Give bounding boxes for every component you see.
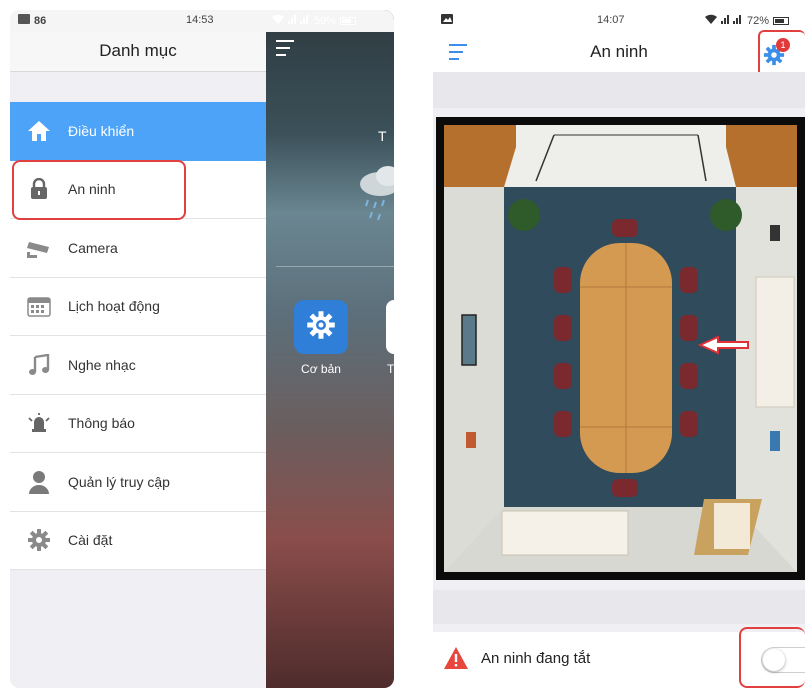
footer-spacer (433, 590, 805, 624)
music-note-icon (10, 353, 68, 376)
battery-percent: 59% (314, 14, 337, 27)
menu-item-label: Thông báo (68, 415, 135, 432)
menu-item-label: Nghe nhạc (68, 356, 136, 373)
warning-icon (443, 646, 469, 675)
battery-percent: 72% (747, 14, 770, 27)
status-time: 14:07 (597, 14, 625, 26)
user-icon (10, 470, 68, 494)
next-tile[interactable] (386, 300, 394, 354)
room-floor-plan[interactable] (436, 117, 805, 580)
menu-item-dieu-khien[interactable]: Điều khiển (10, 102, 266, 161)
left-phone-screen: Danh mục Điều khiển An ninh Camera Lịch … (10, 10, 394, 688)
status-time: 14:53 (186, 14, 214, 26)
menu-item-label: Cài đặt (68, 532, 113, 549)
cctv-camera-icon (10, 238, 68, 258)
menu-item-nghe-nhac[interactable]: Nghe nhạc (10, 336, 266, 395)
wifi-icon (272, 14, 284, 27)
divider (276, 266, 394, 267)
menu-item-thong-bao[interactable]: Thông báo (10, 395, 266, 453)
menu-item-label: Lịch hoạt động (68, 298, 160, 315)
drawer-title: Danh mục (10, 32, 266, 72)
menu-item-label: Quản lý truy cập (68, 473, 170, 490)
calendar-icon (10, 295, 68, 317)
right-status-bar: 14:07 72% (433, 10, 805, 32)
menu-item-label: Camera (68, 239, 118, 256)
hamburger-menu-icon[interactable] (276, 40, 296, 61)
menu-item-cai-dat[interactable]: Cài đặt (10, 512, 266, 570)
side-drawer: Danh mục Điều khiển An ninh Camera Lịch … (10, 10, 266, 688)
next-tile-label: Ti (387, 362, 394, 376)
menu-item-camera[interactable]: Camera (10, 219, 266, 278)
wifi-icon (705, 14, 717, 27)
menu-item-lich-hoat-dong[interactable]: Lịch hoạt động (10, 278, 266, 336)
rain-cloud-icon (354, 160, 394, 229)
basic-control-tile[interactable] (294, 300, 348, 354)
left-status-bar: 86 14:53 59% (10, 10, 394, 32)
top-nav-bar: An ninh 1 (433, 32, 805, 72)
home-background-panel: T Cơ bản Ti (266, 10, 394, 688)
signal-icon (288, 14, 310, 27)
notification-count: 86 (34, 14, 47, 27)
home-icon (10, 120, 68, 142)
right-phone-screen: 14:07 72% An ninh 1 An ninh đang tắt (433, 10, 805, 688)
highlight-box-an-ninh (12, 160, 186, 220)
basic-control-tile-label: Cơ bản (301, 362, 341, 376)
highlight-box-toggle (739, 627, 805, 688)
battery-icon (773, 16, 790, 25)
gear-icon (306, 310, 336, 345)
menu-item-label: Điều khiển (68, 123, 135, 140)
alarm-bell-icon (10, 412, 68, 434)
weather-text: T (378, 128, 387, 144)
sub-header-bar (433, 72, 805, 108)
menu-item-quan-ly-truy-cap[interactable]: Quản lý truy cập (10, 453, 266, 512)
message-icon (18, 14, 30, 27)
battery-icon (340, 16, 357, 25)
image-notification-icon (441, 14, 453, 27)
page-title: An ninh (590, 42, 648, 61)
security-status-label: An ninh đang tắt (481, 650, 591, 667)
gear-icon (10, 528, 68, 552)
signal-icon (721, 14, 743, 27)
